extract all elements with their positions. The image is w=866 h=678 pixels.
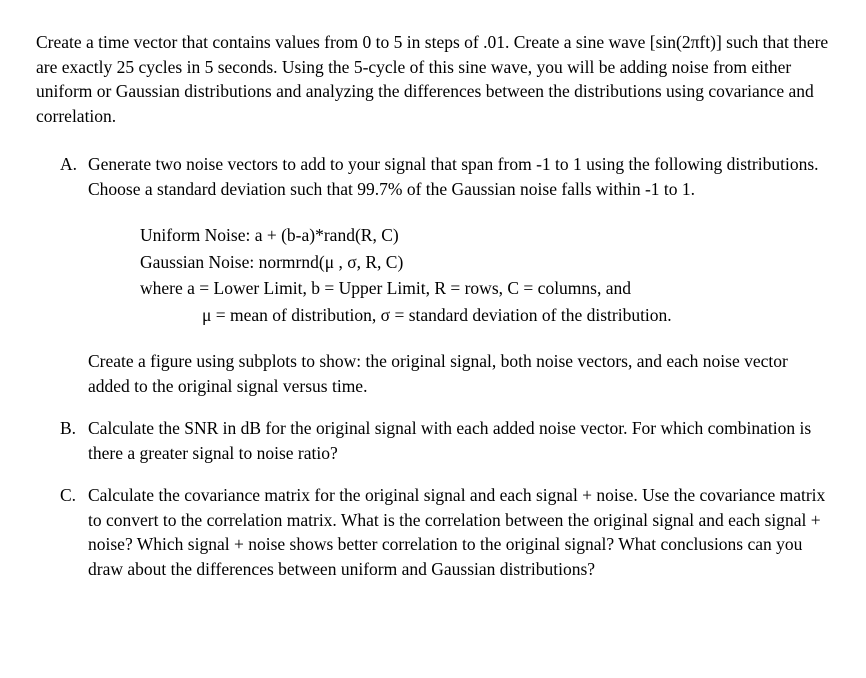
intro-text: Create a time vector that contains value… [36, 32, 828, 126]
item-a-body: Generate two noise vectors to add to you… [88, 152, 830, 201]
item-b: B. Calculate the SNR in dB for the origi… [36, 416, 830, 465]
item-a-label: A. [60, 152, 88, 201]
where-line: where a = Lower Limit, b = Upper Limit, … [140, 276, 830, 301]
item-a-text1: Generate two noise vectors to add to you… [88, 154, 819, 199]
uniform-noise-line: Uniform Noise: a + (b-a)*rand(R, C) [140, 223, 830, 248]
item-b-label: B. [60, 416, 88, 465]
item-a-text2: Create a figure using subplots to show: … [88, 351, 788, 396]
item-c-body: Calculate the covariance matrix for the … [88, 483, 830, 581]
item-c-label: C. [60, 483, 88, 581]
item-a-text2-block: Create a figure using subplots to show: … [36, 349, 830, 398]
noise-formulas: Uniform Noise: a + (b-a)*rand(R, C) Gaus… [36, 223, 830, 327]
where-line-2: μ = mean of distribution, σ = standard d… [140, 303, 830, 328]
item-c: C. Calculate the covariance matrix for t… [36, 483, 830, 581]
item-b-text: Calculate the SNR in dB for the original… [88, 418, 811, 463]
item-b-body: Calculate the SNR in dB for the original… [88, 416, 830, 465]
gaussian-noise-line: Gaussian Noise: normrnd(μ , σ, R, C) [140, 250, 830, 275]
item-c-text: Calculate the covariance matrix for the … [88, 485, 825, 579]
intro-paragraph: Create a time vector that contains value… [36, 30, 830, 128]
item-a: A. Generate two noise vectors to add to … [36, 152, 830, 201]
